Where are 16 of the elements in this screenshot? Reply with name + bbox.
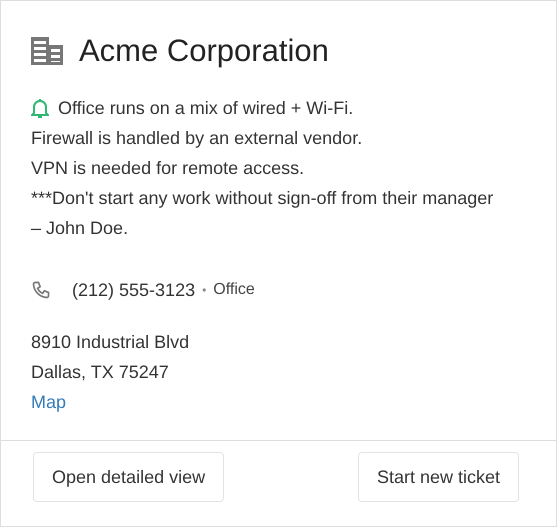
phone-icon (31, 280, 51, 300)
open-detailed-view-button[interactable]: Open detailed view (33, 452, 224, 502)
company-title: Acme Corporation (79, 32, 329, 70)
phone-type: Office (213, 280, 255, 300)
note-text: Firewall is handled by an external vendor. (31, 127, 362, 150)
separator-dot: • (202, 282, 206, 299)
note-text: Office runs on a mix of wired + Wi-Fi. (58, 97, 354, 120)
address-line: 8910 Industrial Blvd (31, 331, 190, 354)
note-text: VPN is needed for remote access. (31, 157, 304, 180)
start-new-ticket-button[interactable]: Start new ticket (358, 452, 519, 502)
address-line: Dallas, TX 75247 (31, 361, 170, 384)
building-icon (31, 37, 63, 65)
bell-icon (31, 98, 49, 118)
map-link[interactable]: Map (31, 392, 66, 412)
note-text: ***Don't start any work without sign-off from their manager – John Doe. (31, 187, 494, 240)
phone-number: (212) 555-3123 (72, 279, 196, 302)
